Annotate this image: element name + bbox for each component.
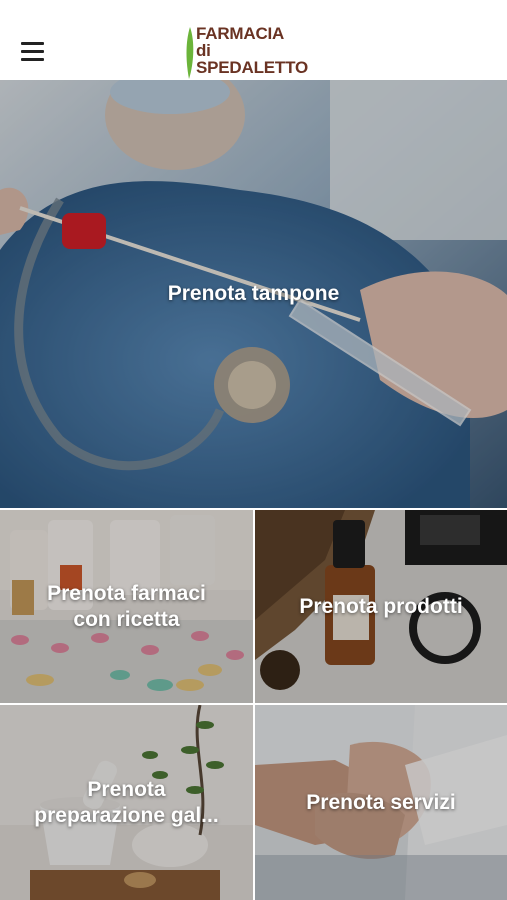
tile-prenota-prodotti[interactable]: Prenota prodotti (255, 510, 507, 703)
tile-prenota-farmaci-con-ricetta[interactable]: Prenota farmaci con ricetta (0, 510, 253, 703)
tile-prenota-tampone[interactable]: Prenota tampone (0, 80, 507, 508)
app-header: FARMACIA di SPEDALETTO (0, 0, 507, 81)
logo-line-2: di (196, 41, 211, 60)
tile-label: Prenota prodotti (299, 594, 463, 618)
tile-label-line-1: Prenota farmaci (47, 581, 206, 605)
tile-label-line-1: Prenota (87, 777, 166, 801)
logo-text: FARMACIA di SPEDALETTO (196, 25, 308, 76)
tile-prenota-servizi[interactable]: Prenota servizi (255, 705, 507, 900)
tile-label: Prenota tampone (167, 282, 340, 305)
menu-button[interactable] (16, 36, 48, 66)
tile-label-line-2: con ricetta (73, 607, 180, 631)
hamburger-menu-icon (21, 42, 44, 45)
hamburger-line (21, 58, 44, 61)
tile-label: Prenota preparazione gal... (0, 777, 253, 829)
pharmacy-logo[interactable]: FARMACIA di SPEDALETTO (183, 24, 333, 80)
tile-prenota-preparazione-galenica[interactable]: Prenota preparazione gal... (0, 705, 253, 900)
logo-line-3: SPEDALETTO (196, 58, 308, 77)
tile-label: Prenota farmaci con ricetta (0, 581, 253, 633)
tile-label-line-2: preparazione gal... (34, 803, 219, 827)
tile-label: Prenota servizi (306, 790, 456, 814)
logo-line-1: FARMACIA (196, 24, 285, 43)
green-leaf-icon (186, 27, 194, 79)
hamburger-line (21, 50, 44, 53)
